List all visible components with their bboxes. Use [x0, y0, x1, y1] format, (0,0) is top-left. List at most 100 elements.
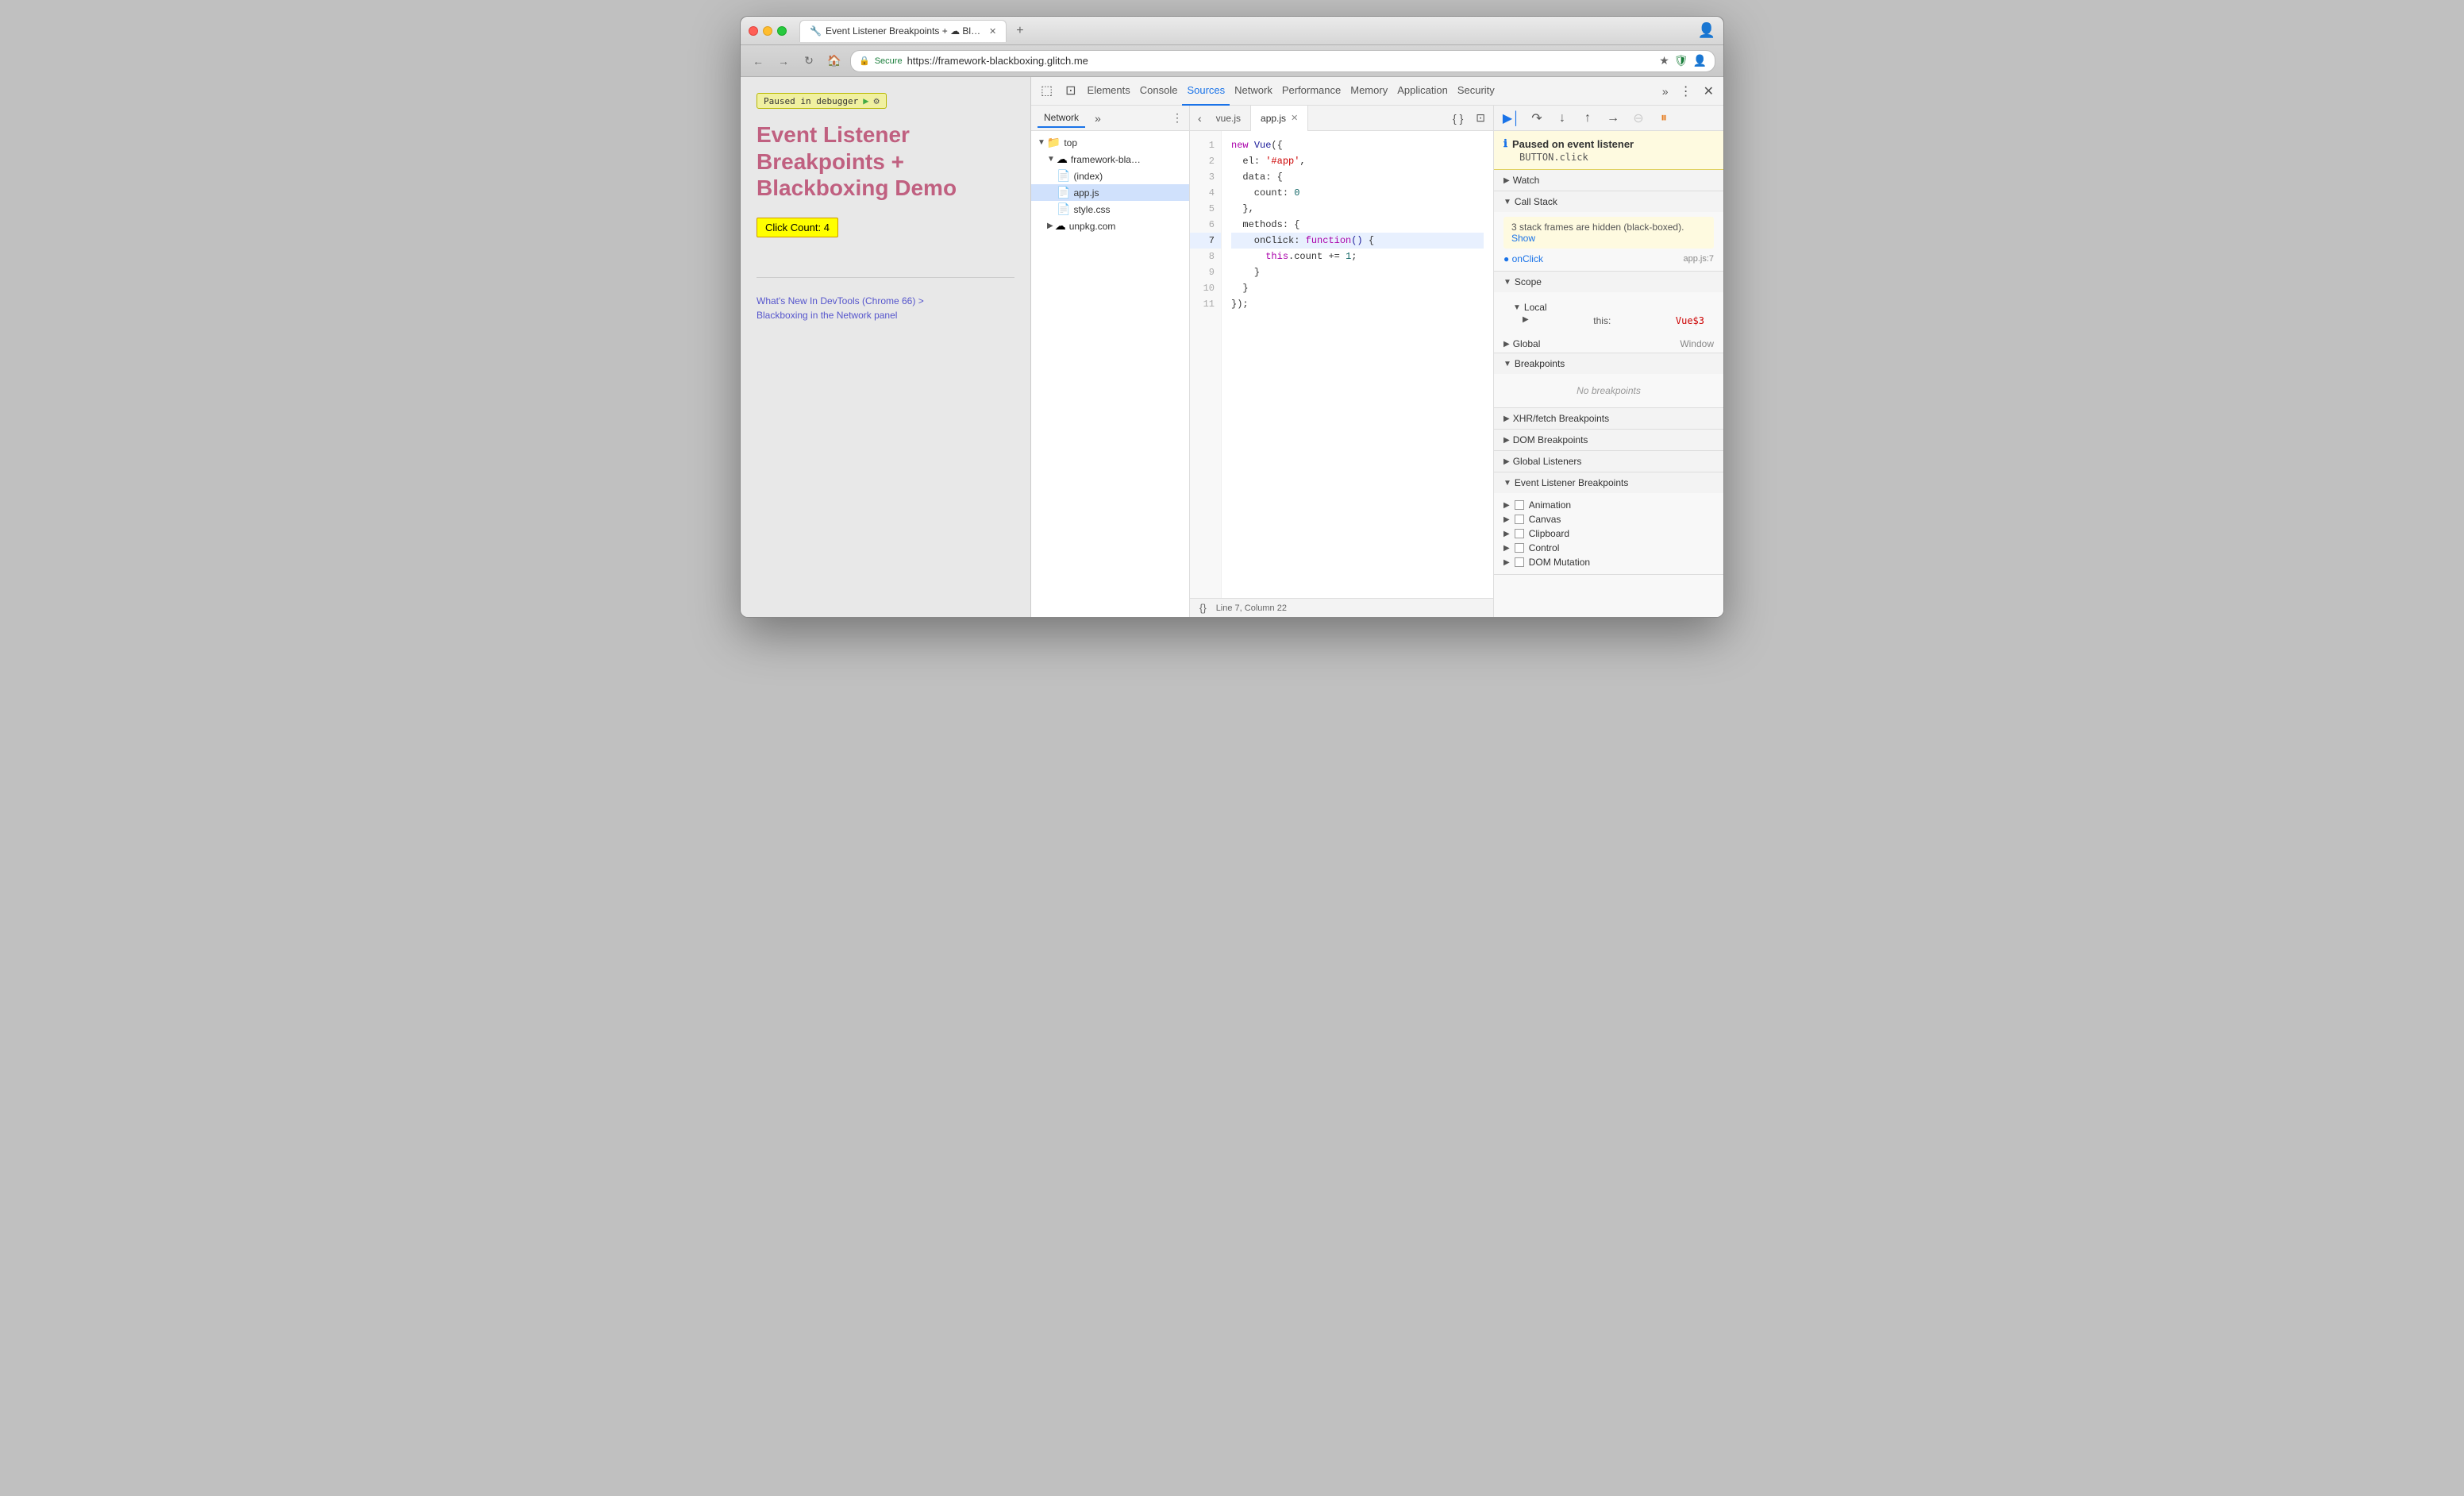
devtools-close-btn[interactable]: ✕ — [1697, 83, 1720, 99]
tab-close-btn[interactable]: ✕ — [989, 26, 996, 37]
minimize-window-btn[interactable] — [763, 26, 772, 36]
tree-item-framework[interactable]: ▼ ☁ framework-bla… — [1031, 151, 1189, 168]
tab-network[interactable]: Network — [1230, 77, 1277, 106]
global-listeners-section: ▶ Global Listeners — [1494, 451, 1723, 472]
close-window-btn[interactable] — [749, 26, 758, 36]
sources-content: Network » ⋮ ▼ 📁 top — [1031, 106, 1723, 617]
step-into-btn[interactable]: ↓ — [1551, 107, 1573, 129]
tab-sources[interactable]: Sources — [1182, 77, 1230, 106]
global-scope-row[interactable]: ▶ Global Window — [1494, 335, 1723, 353]
editor-nav-back[interactable]: ‹ — [1193, 106, 1207, 131]
url-bar[interactable]: 🔒 Secure https://framework-blackboxing.g… — [850, 50, 1715, 72]
callstack-show-link[interactable]: Show — [1511, 233, 1535, 244]
tree-item-index[interactable]: 📄 (index) — [1031, 168, 1189, 184]
step-btn[interactable]: → — [1602, 107, 1624, 129]
deactivate-breakpoints-btn[interactable]: ⊖ — [1627, 107, 1650, 129]
maximize-window-btn[interactable] — [777, 26, 787, 36]
back-btn[interactable]: ← — [749, 52, 768, 71]
callstack-header[interactable]: ▼ Call Stack — [1494, 191, 1723, 212]
file-tree-more-btn[interactable]: » — [1095, 112, 1101, 125]
dom-breakpoints-header[interactable]: ▶ DOM Breakpoints — [1494, 430, 1723, 450]
profile-btn[interactable]: 👤 — [1698, 22, 1715, 39]
callstack-loc: app.js:7 — [1683, 254, 1714, 264]
animation-checkbox[interactable] — [1515, 500, 1524, 510]
file-tree-menu-btn[interactable]: ⋮ — [1172, 111, 1183, 125]
click-count-button[interactable]: Click Count: 4 — [757, 218, 838, 237]
local-scope-title[interactable]: ▼ Local — [1513, 300, 1704, 314]
dom-breakpoints-section: ▶ DOM Breakpoints — [1494, 430, 1723, 451]
link-blackboxing[interactable]: Blackboxing in the Network panel — [757, 308, 1014, 322]
bookmark-btn[interactable]: ★ — [1659, 54, 1669, 67]
chevron-right-icon: ▶ — [1503, 544, 1510, 553]
canvas-checkbox[interactable] — [1515, 515, 1524, 524]
chevron-right-icon: ▶ — [1523, 315, 1529, 326]
editor-format-btn[interactable]: { } — [1448, 112, 1468, 125]
devtools-tab-bar: ⬚ ⊡ Elements Console Sources Network Per… — [1031, 77, 1723, 106]
chevron-right-icon: ▶ — [1503, 176, 1510, 185]
traffic-lights — [749, 26, 787, 36]
line-num-4: 4 — [1190, 185, 1221, 201]
chevron-down-icon: ▼ — [1038, 138, 1045, 147]
tree-item-unpkg[interactable]: ▶ ☁ unpkg.com — [1031, 218, 1189, 234]
scope-header[interactable]: ▼ Scope — [1494, 272, 1723, 292]
step-out-btn[interactable]: ↑ — [1577, 107, 1599, 129]
cursor-btn[interactable]: ⬚ — [1034, 77, 1059, 106]
editor-tab-vuejs[interactable]: vue.js — [1207, 106, 1251, 131]
responsive-btn[interactable]: ⊡ — [1059, 77, 1082, 106]
breakpoints-header[interactable]: ▼ Breakpoints — [1494, 353, 1723, 374]
paused-notice-title: ℹ Paused on event listener — [1503, 137, 1714, 150]
forward-btn[interactable]: → — [774, 52, 793, 71]
global-listeners-header[interactable]: ▶ Global Listeners — [1494, 451, 1723, 472]
editor-expand-btn[interactable]: ⊡ — [1471, 111, 1490, 125]
address-bar: ← → ↻ 🏠 🔒 Secure https://framework-black… — [741, 45, 1723, 77]
resume-btn[interactable]: ▶ — [863, 95, 868, 106]
chevron-right-icon: ▶ — [1503, 530, 1510, 538]
tree-item-stylecss[interactable]: 📄 style.css — [1031, 201, 1189, 218]
reload-btn[interactable]: ↻ — [799, 52, 818, 71]
tab-security[interactable]: Security — [1453, 77, 1500, 106]
tab-close-btn[interactable]: ✕ — [1291, 113, 1298, 123]
code-line-11: }); — [1231, 296, 1484, 312]
chevron-right-icon: ▶ — [1047, 222, 1053, 230]
local-this-row: ▶ this: Vue$3 — [1513, 314, 1704, 327]
link-devtools-whats-new[interactable]: What's New In DevTools (Chrome 66) > — [757, 294, 1014, 308]
browser-tab-active[interactable]: 🔧 Event Listener Breakpoints + ☁ Blackbo… — [799, 20, 1007, 42]
tab-application[interactable]: Application — [1392, 77, 1453, 106]
pause-on-exceptions-btn[interactable]: ⏸ — [1653, 107, 1675, 129]
account-btn[interactable]: 👤 — [1693, 54, 1707, 67]
editor-tab-appjs[interactable]: app.js ✕ — [1251, 106, 1308, 131]
chevron-right-icon: ▶ — [1503, 515, 1510, 524]
file-tree-network-tab[interactable]: Network — [1038, 109, 1085, 128]
editor-status-text: Line 7, Column 22 — [1216, 603, 1287, 613]
blackbox-settings-btn[interactable]: ⚙ — [873, 95, 879, 106]
url-actions: ★ 🛡 👤 — [1659, 54, 1707, 67]
tree-item-appjs[interactable]: 📄 app.js — [1031, 184, 1189, 201]
clipboard-checkbox[interactable] — [1515, 529, 1524, 538]
xhr-breakpoints-header[interactable]: ▶ XHR/fetch Breakpoints — [1494, 408, 1723, 429]
devtools-menu-btn[interactable]: ⋮ — [1675, 83, 1697, 99]
tree-item-top[interactable]: ▼ 📁 top — [1031, 134, 1189, 151]
event-listener-breakpoints-header[interactable]: ▼ Event Listener Breakpoints — [1494, 472, 1723, 493]
format-icon: {} — [1199, 602, 1207, 614]
control-checkbox[interactable] — [1515, 543, 1524, 553]
tab-elements[interactable]: Elements — [1083, 77, 1135, 106]
code-line-7: onClick: function() { — [1231, 233, 1484, 249]
debugger-toolbar: ▶│ ↷ ↓ ↑ → ⊖ ⏸ — [1494, 106, 1723, 131]
tab-console[interactable]: Console — [1135, 77, 1183, 106]
home-btn[interactable]: 🏠 — [825, 52, 844, 71]
more-tabs-btn[interactable]: » — [1656, 85, 1675, 98]
folder-icon: 📁 — [1047, 136, 1061, 149]
resume-execution-btn[interactable]: ▶│ — [1500, 107, 1523, 129]
line-num-10: 10 — [1190, 280, 1221, 296]
chevron-right-icon: ▶ — [1503, 501, 1510, 510]
extension-btn[interactable]: 🛡 — [1674, 54, 1688, 67]
new-tab-btn[interactable]: + — [1010, 22, 1030, 40]
step-over-btn[interactable]: ↷ — [1526, 107, 1548, 129]
watch-header[interactable]: ▶ Watch — [1494, 170, 1723, 191]
tab-performance[interactable]: Performance — [1277, 77, 1346, 106]
dom-mutation-checkbox[interactable] — [1515, 557, 1524, 567]
code-line-2: el: '#app', — [1231, 153, 1484, 169]
event-listener-breakpoints-section: ▼ Event Listener Breakpoints ▶ Animation… — [1494, 472, 1723, 575]
callstack-item[interactable]: ● onClick app.js:7 — [1503, 252, 1714, 266]
tab-memory[interactable]: Memory — [1346, 77, 1392, 106]
